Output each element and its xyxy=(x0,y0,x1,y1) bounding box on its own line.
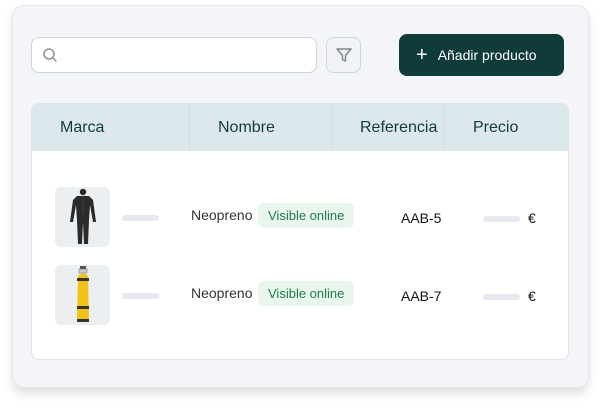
table-row[interactable]: Neopreno Visible online AAB-7 € xyxy=(32,265,568,325)
status-badge: Visible online xyxy=(258,281,355,306)
table-row[interactable]: Neopreno Visible online AAB-5 € xyxy=(32,187,568,247)
search-box[interactable] xyxy=(31,37,317,73)
search-input[interactable] xyxy=(64,39,316,71)
products-table: Marca Nombre Referencia Precio Neopreno … xyxy=(31,103,569,360)
filter-button[interactable] xyxy=(326,37,361,73)
product-reference: AAB-7 xyxy=(401,288,442,304)
price-currency: € xyxy=(528,288,536,304)
column-divider xyxy=(332,104,333,151)
price-placeholder xyxy=(483,294,520,300)
column-header-referencia[interactable]: Referencia xyxy=(360,104,437,151)
column-divider xyxy=(444,104,445,151)
plus-icon: + xyxy=(416,44,428,66)
tank-image xyxy=(55,265,110,325)
brand-placeholder xyxy=(122,215,159,221)
status-badge: Visible online xyxy=(258,203,355,228)
add-product-button[interactable]: + Añadir producto xyxy=(399,34,564,76)
brand-placeholder xyxy=(122,293,159,299)
add-product-label: Añadir producto xyxy=(437,47,537,63)
product-name: Neopreno xyxy=(191,207,253,223)
product-reference: AAB-5 xyxy=(401,210,442,226)
product-name: Neopreno xyxy=(191,285,253,301)
table-header: Marca Nombre Referencia Precio xyxy=(32,104,568,151)
search-icon xyxy=(42,47,58,63)
price-currency: € xyxy=(528,210,536,226)
column-header-precio[interactable]: Precio xyxy=(473,104,518,151)
column-header-nombre[interactable]: Nombre xyxy=(218,104,275,151)
column-header-marca[interactable]: Marca xyxy=(60,104,104,151)
filter-icon xyxy=(335,46,353,64)
column-divider xyxy=(189,104,190,151)
price-placeholder xyxy=(483,216,520,222)
wetsuit-image xyxy=(55,187,110,247)
